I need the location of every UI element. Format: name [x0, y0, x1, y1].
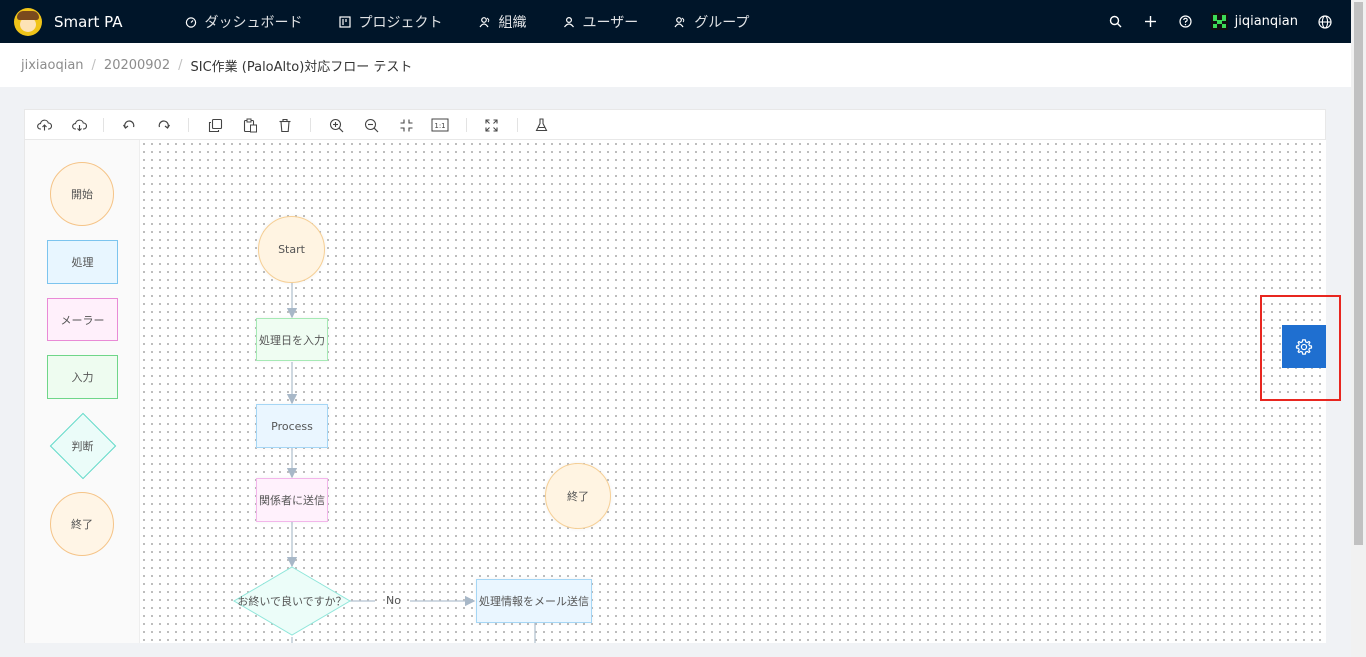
download-icon[interactable] [70, 116, 88, 134]
palette-process-node[interactable]: 処理 [47, 240, 118, 284]
palette-end-node[interactable]: 終了 [50, 492, 114, 556]
flow-decision-label: お終いで良いですか？ [237, 595, 347, 608]
nav-item-groups[interactable]: グループ [674, 12, 749, 32]
nav-item-project[interactable]: プロジェクト [338, 12, 443, 32]
app-logo[interactable] [14, 7, 42, 36]
nav-item-users[interactable]: ユーザー [563, 12, 639, 32]
toolbar-divider [103, 118, 104, 132]
flow-process-node[interactable]: Process [256, 404, 328, 448]
scrollbar-thumb[interactable] [1354, 2, 1363, 545]
breadcrumb: jixiaoqian / 20200902 / SIC作業 (PaloAlto)… [0, 43, 1351, 87]
flow-send-related-node[interactable]: 関係者に送信 [256, 478, 328, 522]
palette-input-node[interactable]: 入力 [47, 355, 118, 399]
plus-icon[interactable] [1143, 14, 1159, 30]
annotation-highlight-box [1260, 295, 1341, 401]
brand-name[interactable]: Smart PA [54, 13, 123, 31]
nav-item-dashboard[interactable]: ダッシュボード [185, 12, 303, 32]
top-navigation-bar: Smart PA ダッシュボード プロジェクト 組織 ユーザー グループ jiq… [0, 0, 1351, 43]
redo-icon[interactable] [155, 116, 173, 134]
undo-icon[interactable] [120, 116, 138, 134]
help-icon[interactable] [1178, 14, 1194, 30]
breadcrumb-separator: / [178, 57, 183, 73]
copy-icon[interactable] [206, 116, 224, 134]
team-icon [479, 16, 489, 27]
node-palette: 開始 処理 メーラー 入力 判断 終了 [25, 140, 140, 643]
editor-toolbar: 1:1 [25, 110, 1325, 140]
toolbar-divider [188, 118, 189, 132]
breadcrumb-separator: / [91, 57, 96, 73]
nav-item-organization[interactable]: 組織 [479, 12, 527, 32]
nav-item-label: プロジェクト [358, 14, 443, 31]
avatar [1210, 13, 1228, 30]
palette-input-label: 入力 [71, 371, 94, 384]
flow-canvas[interactable]: Start 処理日を入力 Process 関係者に送信 終了 お終いで良いですか… [140, 140, 1326, 643]
toolbar-divider [310, 118, 311, 132]
flow-editor: 1:1 開始 処理 メーラー 入力 判断 終了 Start 処理日を入力 Pro… [24, 109, 1326, 643]
flow-end-label: 終了 [567, 490, 589, 503]
upload-icon[interactable] [35, 116, 53, 134]
search-icon[interactable] [1108, 14, 1124, 30]
nav-item-label: 組織 [498, 14, 527, 31]
flow-start-node[interactable]: Start [258, 216, 325, 283]
dashboard-icon [185, 16, 196, 28]
palette-decision-node[interactable]: 判断 [47, 412, 118, 480]
zoom-in-icon[interactable] [327, 116, 345, 134]
fullscreen-icon[interactable] [482, 116, 500, 134]
fit-icon[interactable] [397, 116, 415, 134]
project-icon [338, 15, 351, 28]
delete-icon[interactable] [276, 116, 294, 134]
breadcrumb-current: SIC作業 (PaloAlto)対応フロー テスト [190, 59, 413, 75]
actual-size-icon[interactable]: 1:1 [430, 116, 450, 134]
header-actions: jiqianqian [1089, 13, 1351, 30]
nav-item-label: ユーザー [582, 14, 639, 31]
flow-send-related-label: 関係者に送信 [259, 494, 325, 507]
vertical-scrollbar[interactable] [1351, 0, 1366, 657]
globe-icon[interactable] [1317, 14, 1333, 30]
test-flask-icon[interactable] [532, 116, 550, 134]
nav-item-label: ダッシュボード [204, 14, 303, 31]
main-nav: ダッシュボード プロジェクト 組織 ユーザー グループ [185, 12, 786, 32]
user-icon [563, 16, 574, 27]
svg-text:1:1: 1:1 [434, 122, 445, 130]
bottom-strip [0, 643, 1351, 657]
toolbar-divider [517, 118, 518, 132]
palette-start-label: 開始 [71, 188, 93, 201]
palette-end-label: 終了 [71, 518, 93, 531]
flow-process-label: Process [271, 419, 313, 433]
palette-mailer-label: メーラー [60, 313, 105, 327]
zoom-out-icon[interactable] [362, 116, 380, 134]
flow-decision-node[interactable]: お終いで良いですか？ [233, 566, 351, 636]
toolbar-divider [466, 118, 467, 132]
flow-end-node[interactable]: 終了 [545, 463, 611, 529]
user-menu[interactable]: jiqianqian [1210, 13, 1298, 30]
palette-start-node[interactable]: 開始 [50, 162, 114, 226]
flow-input-date-label: 処理日を入力 [259, 333, 325, 347]
flow-send-mail-node[interactable]: 処理情報をメール送信 [476, 579, 592, 623]
breadcrumb-item-folder[interactable]: 20200902 [104, 58, 170, 73]
palette-process-label: 処理 [71, 256, 94, 269]
palette-mailer-node[interactable]: メーラー [47, 298, 118, 341]
username: jiqianqian [1234, 14, 1298, 29]
palette-decision-label: 判断 [71, 440, 94, 453]
paste-icon[interactable] [241, 116, 259, 134]
flow-start-label: Start [278, 243, 305, 256]
flow-input-date-node[interactable]: 処理日を入力 [256, 318, 328, 361]
breadcrumb-item-user[interactable]: jixiaoqian [21, 58, 84, 73]
nav-item-label: グループ [694, 14, 750, 31]
flow-send-mail-label: 処理情報をメール送信 [479, 595, 589, 608]
edge-label-no: No [386, 594, 401, 607]
group-icon [674, 16, 685, 27]
